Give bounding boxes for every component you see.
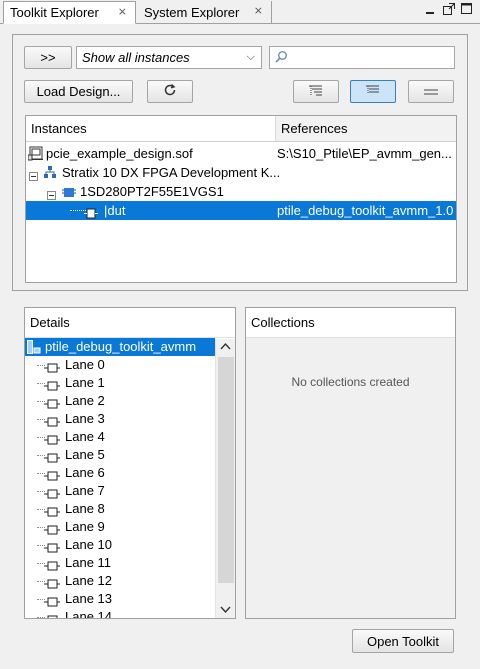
lane-label: Lane 4 [65,429,105,444]
table-row[interactable]: Stratix 10 DX FPGA Development K... [26,163,456,182]
ip-instance-icon [84,205,98,224]
instance-filter-select[interactable]: Show all instances ⌵ [76,46,262,69]
lane-label: Lane 0 [65,357,105,372]
tree-view-icon [308,84,324,99]
lane-label: Lane 1 [65,375,105,390]
float-window-icon[interactable] [443,3,455,18]
list-item[interactable]: Lane 0 [25,356,235,374]
list-item[interactable]: Lane 14 [25,608,235,619]
search-icon [274,50,288,67]
scrollbar-thumb[interactable] [218,357,234,583]
instance-name: |dut [104,203,126,218]
list-item[interactable]: Lane 13 [25,590,235,608]
instance-reference: S:\S10_Ptile\EP_avmm_gen... [277,146,452,161]
lane-label: Lane 6 [65,465,105,480]
list-item[interactable]: Lane 10 [25,536,235,554]
instance-name: 1SD280PT2F55E1VGS1 [80,184,224,199]
list-item[interactable]: Lane 6 [25,464,235,482]
lane-label: Lane 7 [65,483,105,498]
table-row-selected[interactable]: |dut ptile_debug_toolkit_avmm_1.0 [26,201,456,220]
tab-system-explorer-label: System Explorer [144,5,240,20]
details-panel: Details ptile_debug_toolkit_avmm Lane 0L… [24,307,236,619]
splitter[interactable] [0,293,480,297]
chevron-down-icon: ⌵ [246,51,255,63]
list-item[interactable]: Lane 7 [25,482,235,500]
details-header: Details [25,308,235,338]
column-header-instances[interactable]: Instances [26,116,276,141]
open-toolkit-label: Open Toolkit [366,633,440,649]
list-item[interactable]: Lane 3 [25,410,235,428]
search-input[interactable] [269,46,455,69]
table-row[interactable]: 1SD280PT2F55E1VGS1 [26,182,456,201]
minimize-icon[interactable] [425,3,435,18]
lane-icon [44,612,60,618]
lane-label: Lane 5 [65,447,105,462]
open-toolkit-button[interactable]: Open Toolkit [352,629,454,653]
lane-label: Lane 3 [65,411,105,426]
details-root-item[interactable]: ptile_debug_toolkit_avmm [25,338,215,356]
collections-panel: Collections No collections created [245,307,456,619]
close-tab-icon[interactable]: ⨯ [254,4,263,17]
instances-table: Instances References pcie_example_design… [25,115,457,283]
instance-name: Stratix 10 DX FPGA Development K... [62,165,281,180]
lane-label: Lane 12 [65,573,112,588]
details-scrollbar[interactable] [215,339,235,618]
flat-tree-view-button[interactable] [350,80,396,103]
tab-system-explorer[interactable]: System Explorer ⨯ [138,1,272,24]
collections-header: Collections [246,308,455,338]
list-item[interactable]: Lane 9 [25,518,235,536]
list-item[interactable]: Lane 1 [25,374,235,392]
details-root-label: ptile_debug_toolkit_avmm [45,339,197,354]
list-item[interactable]: Lane 11 [25,554,235,572]
scroll-down-icon[interactable] [220,605,231,617]
tab-toolkit-explorer[interactable]: Toolkit Explorer ⨯ [3,1,136,24]
refresh-icon [163,83,177,100]
list-item[interactable]: Lane 8 [25,500,235,518]
search-field[interactable] [292,48,452,67]
list-item[interactable]: Lane 12 [25,572,235,590]
list-item[interactable]: Lane 4 [25,428,235,446]
close-tab-icon[interactable]: ⨯ [118,5,127,18]
tab-toolkit-explorer-label: Toolkit Explorer [10,5,99,20]
instance-filter-value: Show all instances [82,50,190,65]
instances-table-header: Instances References [26,116,456,142]
expand-button-label: >> [40,50,56,65]
lane-label: Lane 2 [65,393,105,408]
lane-label: Lane 11 [65,555,112,570]
lane-label: Lane 8 [65,501,105,516]
flat-tree-view-icon [365,84,381,99]
column-header-references[interactable]: References [276,116,456,141]
list-item[interactable]: Lane 2 [25,392,235,410]
instances-panel: >> Show all instances ⌵ Load Design... I… [12,34,468,291]
load-design-label: Load Design... [36,84,121,99]
lane-label: Lane 9 [65,519,105,534]
refresh-button[interactable] [147,80,193,103]
expand-button[interactable]: >> [24,46,72,69]
instance-name: pcie_example_design.sof [46,146,193,161]
lane-label: Lane 14 [65,609,112,619]
scroll-up-icon[interactable] [220,341,231,353]
list-item[interactable]: Lane 5 [25,446,235,464]
lane-list: Lane 0 Lane 1 Lane 2 Lane 3 Lane 4 Lane 5 Lane… [25,356,235,619]
lane-label: Lane 13 [65,591,112,606]
lane-label: Lane 10 [65,537,112,552]
tab-bar: Toolkit Explorer ⨯ System Explorer ⨯ [0,0,480,24]
table-row[interactable]: pcie_example_design.sof S:\S10_Ptile\EP_… [26,144,456,163]
list-view-icon [423,84,439,99]
list-view-button[interactable] [408,80,454,103]
maximize-icon[interactable] [461,3,473,18]
load-design-button[interactable]: Load Design... [24,80,133,103]
tree-view-button[interactable] [293,80,339,103]
collections-empty-message: No collections created [291,375,410,389]
instance-reference: ptile_debug_toolkit_avmm_1.0 [277,203,454,218]
